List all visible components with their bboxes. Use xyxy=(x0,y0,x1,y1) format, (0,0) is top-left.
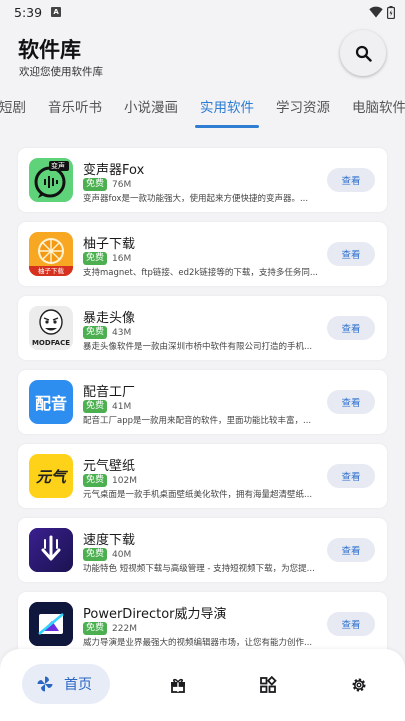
rage-face-icon: MODFACE xyxy=(29,306,73,350)
app-card[interactable]: 变声 变声器Fox 免费 76M 变声器fox是一款功能强大，使用起来方便快捷的变… xyxy=(18,148,387,212)
tab-utility-software[interactable]: 实用软件 xyxy=(189,90,265,128)
search-icon xyxy=(355,45,372,62)
pomelo-icon-text: 柚子下载 xyxy=(38,267,64,275)
app-size: 16M xyxy=(112,253,132,264)
free-badge: 免费 xyxy=(83,474,108,487)
status-time: 5:39 xyxy=(14,4,43,20)
app-name: 暴走头像 xyxy=(83,311,136,326)
app-name: 速度下载 xyxy=(83,533,136,548)
page-title: 软件库 xyxy=(18,38,81,62)
nav-home-label: 首页 xyxy=(64,677,92,693)
app-name: PowerDirector威力导演 xyxy=(83,607,227,622)
battery-icon xyxy=(387,5,395,19)
app-size: 41M xyxy=(112,401,132,412)
tab-novel-comic[interactable]: 小说漫画 xyxy=(113,90,189,128)
app-description: 威力导演是业界最强大的视频编辑器市场，让您有能力创作... xyxy=(83,638,313,648)
bottom-nav: 首页 xyxy=(0,649,405,721)
category-tabs: 短剧 音乐听书 小说漫画 实用软件 学习资源 电脑软件 xyxy=(0,90,405,130)
rage-face-icon-text: MODFACE xyxy=(31,339,71,347)
app-size: 102M xyxy=(112,475,137,486)
app-description: 暴走头像软件是一款由深圳市桥中软件有限公司打造的手机... xyxy=(83,342,313,352)
free-badge: 免费 xyxy=(83,178,108,191)
app-name: 配音工厂 xyxy=(83,385,136,400)
app-size: 76M xyxy=(112,179,132,190)
free-badge: 免费 xyxy=(83,622,108,635)
app-card[interactable]: 柚子下载 柚子下载 免费 16M 支持magnet、ftp链接、ed2k链接等的下… xyxy=(18,222,387,286)
a-badge-icon: A xyxy=(51,7,62,17)
pomelo-download-icon: 柚子下载 xyxy=(29,232,73,276)
wallpaper-icon-text: 元气 xyxy=(35,467,66,486)
wifi-icon xyxy=(369,6,383,18)
app-description: 元气桌面是一款手机桌面壁纸美化软件，拥有海量超清壁纸... xyxy=(83,490,313,500)
app-name: 元气壁纸 xyxy=(83,459,136,474)
app-card[interactable]: 元气 元气壁纸 免费 102M 元气桌面是一款手机桌面壁纸美化软件，拥有海量超清壁… xyxy=(18,444,387,508)
pinwheel-icon xyxy=(37,676,53,692)
powerdirector-icon xyxy=(29,602,73,646)
tab-music-audiobook[interactable]: 音乐听书 xyxy=(37,90,113,128)
free-badge: 免费 xyxy=(83,400,108,413)
apps-grid-icon xyxy=(260,675,277,693)
tab-learning-resources[interactable]: 学习资源 xyxy=(265,90,341,128)
dubbing-icon: 配音 xyxy=(29,380,73,424)
nav-home-button[interactable]: 首页 xyxy=(22,664,110,704)
app-description: 支持magnet、ftp链接、ed2k链接等的下载，支持多任务同... xyxy=(83,268,318,278)
header: 软件库 欢迎您使用软件库 xyxy=(0,24,405,88)
app-list: 变声 变声器Fox 免费 76M 变声器fox是一款功能强大，使用起来方便快捷的变… xyxy=(18,148,387,666)
view-button[interactable]: 查看 xyxy=(327,612,375,636)
view-button[interactable]: 查看 xyxy=(327,538,375,562)
nav-settings-button[interactable] xyxy=(350,676,368,694)
voice-changer-icon-text: 变声 xyxy=(51,162,65,170)
app-description: 配音工厂app是一款用来配音的软件，里面功能比较丰富，... xyxy=(83,416,312,426)
view-button[interactable]: 查看 xyxy=(327,390,375,414)
tab-pc-software[interactable]: 电脑软件 xyxy=(341,90,405,128)
search-button[interactable] xyxy=(340,30,386,76)
page-subtitle: 欢迎您使用软件库 xyxy=(19,66,103,78)
app-description: 功能特色 短视频下载与高级管理 - 支持短视频下载，为您提... xyxy=(83,564,315,574)
free-badge: 免费 xyxy=(83,252,108,265)
speed-download-icon xyxy=(29,528,73,572)
nav-apps-button[interactable] xyxy=(259,675,277,694)
app-size: 43M xyxy=(112,327,132,338)
app-description: 变声器fox是一款功能强大，使用起来方便快捷的变声器。... xyxy=(83,194,309,204)
app-size: 222M xyxy=(112,623,137,634)
free-badge: 免费 xyxy=(83,548,108,561)
view-button[interactable]: 查看 xyxy=(327,464,375,488)
app-card[interactable]: MODFACE 暴走头像 免费 43M 暴走头像软件是一款由深圳市桥中软件有限公司… xyxy=(18,296,387,360)
tab-short-drama[interactable]: 短剧 xyxy=(0,90,37,128)
app-card[interactable]: 速度下载 免费 40M 功能特色 短视频下载与高级管理 - 支持短视频下载，为您提… xyxy=(18,518,387,582)
app-name: 变声器Fox xyxy=(83,163,145,178)
free-badge: 免费 xyxy=(83,326,108,339)
dubbing-icon-text: 配音 xyxy=(34,394,67,413)
gift-icon xyxy=(171,678,185,693)
app-card[interactable]: 配音 配音工厂 免费 41M 配音工厂app是一款用来配音的软件，里面功能比较丰富… xyxy=(18,370,387,434)
nav-gift-button[interactable] xyxy=(169,676,187,694)
app-size: 40M xyxy=(112,549,132,560)
app-card[interactable]: PowerDirector威力导演 免费 222M 威力导演是业界最强大的视频编辑… xyxy=(18,592,387,656)
status-bar: 5:39 A xyxy=(0,0,405,24)
wallpaper-icon: 元气 xyxy=(29,454,73,498)
view-button[interactable]: 查看 xyxy=(327,316,375,340)
view-button[interactable]: 查看 xyxy=(327,242,375,266)
view-button[interactable]: 查看 xyxy=(327,168,375,192)
voice-changer-icon: 变声 xyxy=(29,158,73,202)
gear-icon xyxy=(352,678,366,692)
app-name: 柚子下载 xyxy=(83,237,136,252)
